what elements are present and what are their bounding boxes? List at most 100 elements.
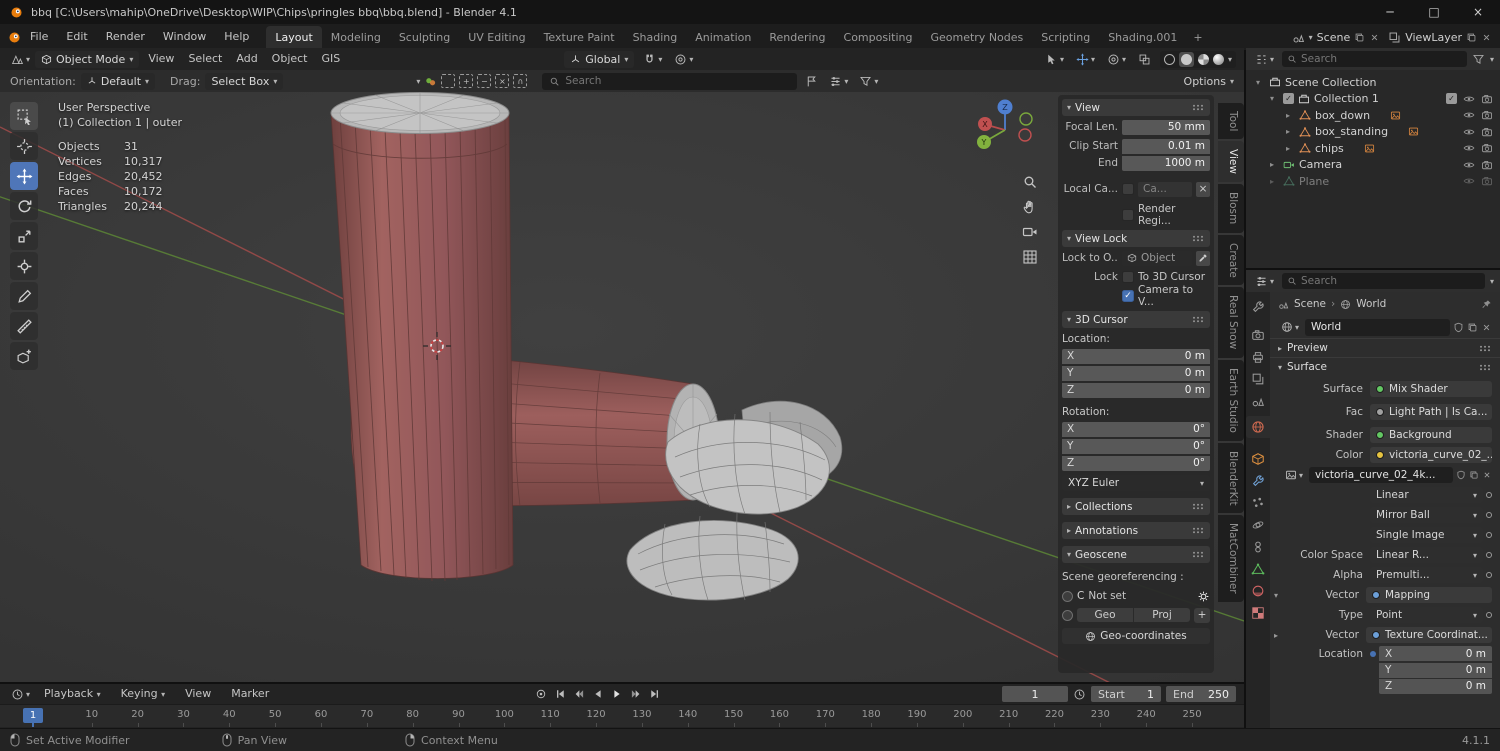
cursor-rotation-z-field[interactable]: Z 0°: [1062, 455, 1210, 471]
tab-world-active[interactable]: [1246, 416, 1270, 438]
tool-move[interactable]: [10, 162, 38, 190]
tab-viewlayer-icon[interactable]: [1251, 372, 1265, 386]
orientation-dropdown[interactable]: Default ▾: [80, 72, 156, 90]
outliner-row-camera[interactable]: ▸ Camera: [1246, 157, 1500, 174]
shading-options-chevron[interactable]: ▾: [1228, 55, 1232, 64]
animate-dot-icon[interactable]: [1486, 492, 1492, 498]
collection-checkbox[interactable]: ✓: [1446, 93, 1457, 105]
tool-search-field[interactable]: [542, 72, 798, 90]
sidebar-tab[interactable]: Blosm: [1218, 184, 1244, 233]
workspace-tab[interactable]: Geometry Nodes: [921, 26, 1032, 50]
tool-add-cube[interactable]: [10, 342, 38, 370]
clock-icon[interactable]: [1073, 688, 1086, 701]
timeline-ruler[interactable]: 1 10 20 30 40 50 60 70 80 90 100 110 120 130 140 150 160…: [0, 704, 1244, 727]
focal-length-field[interactable]: 50 mm: [1122, 119, 1210, 135]
panel-header-surface[interactable]: ▾ Surface: [1270, 357, 1500, 376]
tool-rotate[interactable]: [10, 192, 38, 220]
cursor-rotation-y-field[interactable]: Y 0°: [1062, 438, 1210, 454]
drag-dots-icon[interactable]: [1192, 551, 1205, 558]
hide-eye-icon[interactable]: [1463, 175, 1475, 187]
workspace-tab[interactable]: Shading: [624, 26, 687, 50]
transform-orientation-dropdown[interactable]: Global ▾: [564, 50, 635, 68]
render-region-checkbox[interactable]: [1122, 209, 1134, 221]
drag-dots-icon[interactable]: [1479, 344, 1492, 352]
tab-constraints-icon[interactable]: [1251, 540, 1265, 554]
timeline-editor-type-button[interactable]: ▾: [8, 687, 33, 702]
add-crs-button[interactable]: +: [1194, 607, 1210, 623]
workspace-tab[interactable]: Animation: [686, 26, 760, 50]
jump-to-end-icon[interactable]: [649, 688, 661, 700]
outliner-row-box-standing[interactable]: ▸ box_standing: [1246, 124, 1500, 141]
clip-end-field[interactable]: 1000 m: [1122, 155, 1210, 171]
sidebar-tab[interactable]: BlenderKit: [1218, 442, 1244, 514]
hide-eye-icon[interactable]: [1463, 142, 1475, 154]
drag-dots-icon[interactable]: [1192, 104, 1205, 111]
viewport-menu-item[interactable]: Object: [265, 46, 315, 72]
drag-dots-icon[interactable]: [1192, 235, 1205, 242]
mapping-location-y-field[interactable]: Y0 m: [1379, 662, 1492, 678]
disable-render-icon[interactable]: [1481, 93, 1493, 105]
outliner-editor-type-button[interactable]: ▾: [1252, 52, 1277, 67]
panel-header-geoscene[interactable]: ▾ Geoscene: [1062, 546, 1210, 563]
select-mode-new-icon[interactable]: [441, 74, 456, 88]
browse-world-button[interactable]: ▾: [1278, 320, 1302, 334]
properties-search-field[interactable]: [1282, 273, 1485, 289]
local-camera-field[interactable]: Ca...: [1138, 181, 1192, 197]
disable-render-icon[interactable]: [1481, 142, 1493, 154]
prev-keyframe-icon[interactable]: [573, 688, 585, 700]
duplicate-world-icon[interactable]: [1467, 322, 1478, 333]
tab-tool-icon[interactable]: [1251, 300, 1265, 314]
surface-shader-button[interactable]: Mix Shader: [1370, 381, 1492, 397]
play-icon[interactable]: [611, 688, 623, 700]
alpha-dropdown[interactable]: Premulti... ▾: [1370, 567, 1483, 583]
vector2-input-button[interactable]: Texture Coordinat...: [1366, 627, 1492, 643]
playhead[interactable]: [32, 723, 34, 727]
viewlayer-icon[interactable]: [1388, 31, 1401, 44]
camera-to-view-checkbox[interactable]: ✓: [1122, 290, 1134, 302]
outliner-search-field[interactable]: [1282, 51, 1467, 67]
tool-collapse-chevron[interactable]: ▾: [416, 77, 420, 86]
mapping-location-x-field[interactable]: X0 m: [1379, 646, 1492, 661]
tab-render-icon[interactable]: [1251, 328, 1265, 342]
tool-cursor[interactable]: [10, 132, 38, 160]
auto-keying-icon[interactable]: [535, 688, 547, 700]
collection-exclude-checkbox[interactable]: ✓: [1283, 93, 1294, 105]
menu-item[interactable]: File: [21, 24, 57, 50]
browse-image-button[interactable]: ▾: [1282, 468, 1306, 482]
sidebar-tab[interactable]: Earth Studio: [1218, 359, 1244, 441]
drag-dots-icon[interactable]: [1192, 316, 1205, 323]
image-duplicate-icon[interactable]: [1469, 470, 1479, 480]
shader-input-button[interactable]: Background: [1370, 427, 1492, 443]
cursor-location-y-field[interactable]: Y0 m: [1062, 365, 1210, 381]
select-mode-intersect-icon[interactable]: ∩: [513, 74, 528, 88]
maximize-button[interactable]: □: [1412, 0, 1456, 24]
vector-input-button[interactable]: Mapping: [1366, 587, 1492, 603]
disable-render-icon[interactable]: [1481, 159, 1493, 171]
animated-dot-icon[interactable]: [1370, 650, 1376, 657]
outliner-row-plane[interactable]: ▸ Plane: [1246, 173, 1500, 190]
outliner-options-chevron[interactable]: ▾: [1490, 55, 1494, 64]
sidebar-tab[interactable]: MatCombiner: [1218, 515, 1244, 602]
sidebar-tab[interactable]: Tool: [1218, 103, 1244, 140]
tool-transform[interactable]: [10, 252, 38, 280]
panel-header-view[interactable]: ▾ View: [1062, 99, 1210, 116]
animate-dot-icon[interactable]: [1486, 572, 1492, 578]
cursor-location-z-field[interactable]: Z0 m: [1062, 382, 1210, 398]
clip-start-field[interactable]: 0.01 m: [1122, 138, 1210, 154]
breadcrumb-world[interactable]: World: [1356, 298, 1386, 310]
outliner-row-collection-1[interactable]: ▾ ✓ Collection 1 ✓: [1246, 91, 1500, 108]
tab-object-icon[interactable]: [1251, 452, 1265, 466]
remove-viewlayer-icon[interactable]: [1481, 32, 1492, 43]
local-camera-checkbox[interactable]: [1122, 183, 1134, 195]
cursor-rotation-x-field[interactable]: X 0°: [1062, 421, 1210, 437]
editor-type-button[interactable]: ▾: [8, 52, 33, 67]
colorspace-dropdown[interactable]: Linear R... ▾: [1370, 547, 1483, 563]
tab-scene-icon[interactable]: [1251, 394, 1265, 408]
interpolation-dropdown[interactable]: Linear ▾: [1370, 487, 1483, 503]
hide-eye-icon[interactable]: [1463, 159, 1475, 171]
shading-material-button[interactable]: [1197, 53, 1209, 65]
disable-render-icon[interactable]: [1481, 126, 1493, 138]
panel-header-3d-cursor[interactable]: ▾ 3D Cursor: [1062, 311, 1210, 328]
tab-particles-icon[interactable]: [1251, 496, 1265, 510]
workspace-tab[interactable]: Texture Paint: [535, 26, 624, 50]
